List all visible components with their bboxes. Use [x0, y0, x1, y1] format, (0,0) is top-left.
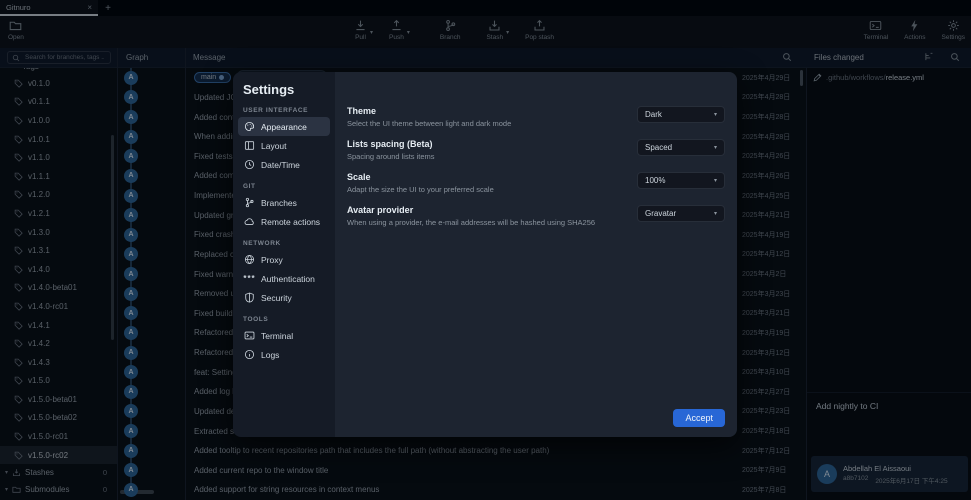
lists-spacing-value: Spaced [645, 143, 673, 152]
section-git: GIT [243, 183, 256, 190]
nav-proxy-label: Proxy [261, 254, 283, 265]
settings-content: Theme Select the UI theme between light … [335, 72, 737, 437]
scale-description: Adapt the size the UI to your preferred … [347, 185, 494, 194]
theme-value: Dark [645, 110, 662, 119]
avatar-provider-title: Avatar provider [347, 205, 414, 215]
branch-icon [244, 197, 255, 208]
clock-icon [244, 159, 255, 170]
globe-icon [244, 254, 255, 265]
settings-nav-appearance[interactable]: Appearance [238, 117, 330, 136]
palette-icon [244, 121, 255, 132]
nav-layout-label: Layout [261, 140, 287, 151]
option-scale: Scale Adapt the size the UI to your pref… [347, 172, 725, 194]
theme-description: Select the UI theme between light and da… [347, 119, 512, 128]
nav-remote-actions-label: Remote actions [261, 216, 321, 227]
nav-terminal-label: Terminal [261, 330, 294, 341]
settings-nav-terminal[interactable]: Terminal [238, 326, 330, 345]
section-tools: TOOLS [243, 316, 269, 323]
layout-icon [244, 140, 255, 151]
lists-spacing-dropdown[interactable]: Spaced ▾ [637, 139, 725, 156]
theme-dropdown[interactable]: Dark ▾ [637, 106, 725, 123]
settings-dialog-title: Settings [243, 82, 295, 97]
nav-branches-label: Branches [261, 197, 297, 208]
option-lists-spacing: Lists spacing (Beta) Spacing around list… [347, 139, 725, 161]
terminal-icon [244, 330, 255, 341]
password-asterisks-icon: *** [243, 274, 256, 283]
settings-nav: Settings USER INTERFACE Appearance Layou… [233, 72, 335, 437]
lists-spacing-description: Spacing around lists items [347, 152, 435, 161]
settings-nav-remote-actions[interactable]: Remote actions [238, 212, 330, 231]
chevron-down-icon: ▾ [713, 145, 717, 151]
nav-authentication-label: Authentication [261, 273, 315, 284]
chevron-down-icon: ▾ [713, 211, 717, 217]
theme-title: Theme [347, 106, 377, 116]
nav-datetime-label: Date/Time [261, 159, 300, 170]
avatar-provider-description: When using a provider, the e-mail addres… [347, 218, 596, 227]
chevron-down-icon: ▾ [713, 178, 717, 184]
accept-button[interactable]: Accept [673, 409, 725, 427]
cloud-icon [244, 216, 255, 227]
section-network: NETWORK [243, 240, 281, 247]
scale-dropdown[interactable]: 100% ▾ [637, 172, 725, 189]
settings-dialog: Settings USER INTERFACE Appearance Layou… [233, 72, 737, 437]
gitnuro-app-window: Gitnuro × + Open Pull ▾ Push ▾ Branch St… [0, 0, 971, 500]
avatar-provider-value: Gravatar [645, 209, 677, 218]
option-avatar-provider: Avatar provider When using a provider, t… [347, 205, 725, 227]
nav-appearance-label: Appearance [261, 121, 307, 132]
section-user-interface: USER INTERFACE [243, 107, 309, 114]
option-theme: Theme Select the UI theme between light … [347, 106, 725, 128]
info-icon [244, 349, 255, 360]
shield-icon [244, 292, 255, 303]
scale-value: 100% [645, 176, 666, 185]
nav-security-label: Security [261, 292, 292, 303]
settings-nav-logs[interactable]: Logs [238, 345, 330, 364]
settings-nav-proxy[interactable]: Proxy [238, 250, 330, 269]
scale-title: Scale [347, 172, 371, 182]
chevron-down-icon: ▾ [713, 112, 717, 118]
settings-nav-datetime[interactable]: Date/Time [238, 155, 330, 174]
lists-spacing-title: Lists spacing (Beta) [347, 139, 433, 149]
settings-nav-security[interactable]: Security [238, 288, 330, 307]
settings-nav-branches[interactable]: Branches [238, 193, 330, 212]
settings-nav-layout[interactable]: Layout [238, 136, 330, 155]
nav-logs-label: Logs [261, 349, 280, 360]
settings-nav-authentication[interactable]: *** Authentication [238, 269, 330, 288]
avatar-provider-dropdown[interactable]: Gravatar ▾ [637, 205, 725, 222]
